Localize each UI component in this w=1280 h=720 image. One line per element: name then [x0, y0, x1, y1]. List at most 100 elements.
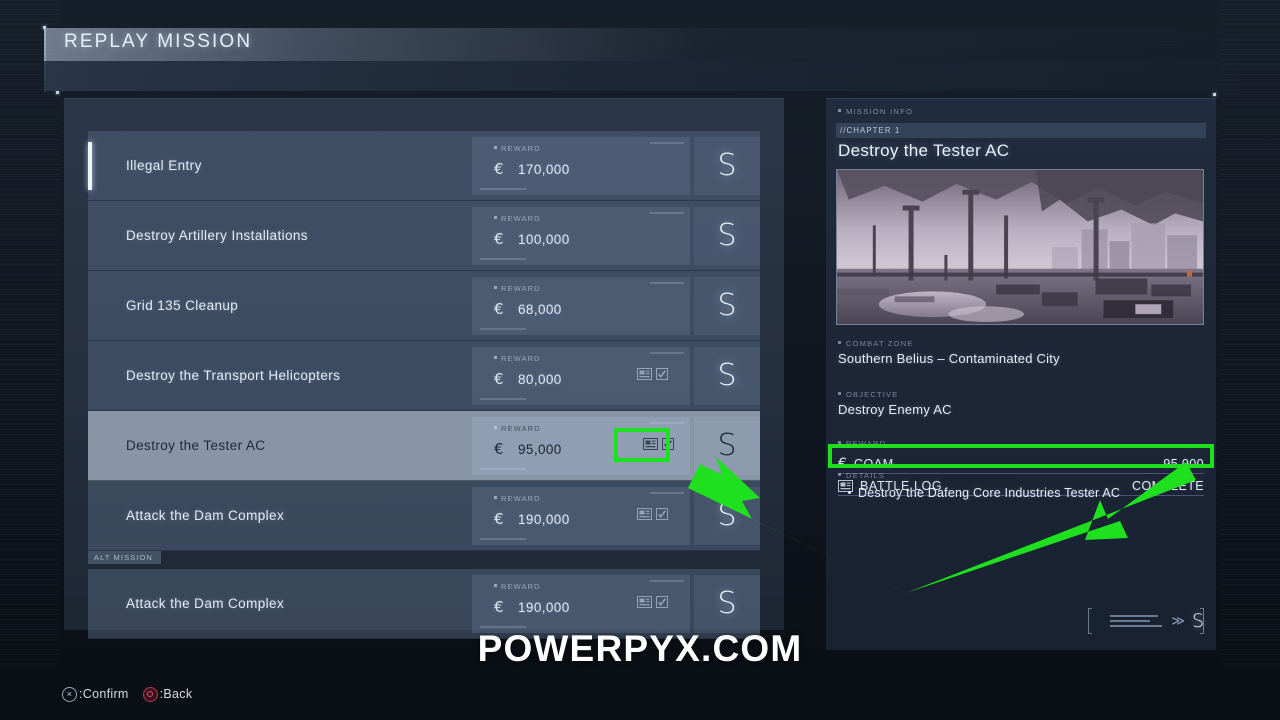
bullet-square-icon [494, 355, 497, 359]
battle-log-icon [643, 437, 658, 450]
reward-row-value: 95,000 [1163, 457, 1204, 471]
mission-row[interactable]: Destroy the Tester AC REWARD €95,000 S [88, 411, 760, 481]
bullet-square-icon [494, 425, 497, 429]
euro-icon: € [494, 299, 504, 318]
objective-label-text: OBJECTIVE [846, 390, 899, 399]
mission-badge-group[interactable] [643, 437, 674, 450]
edge-static-right [1220, 0, 1280, 720]
bullet-dot-icon [848, 490, 851, 494]
footer-hint[interactable]: :Back [142, 686, 193, 702]
checkbox-checked-icon [656, 367, 668, 380]
mission-rank-letter: S [717, 586, 737, 621]
mission-info-header-label: MISSION INFO [846, 107, 914, 116]
checkbox-checked-icon [656, 595, 668, 608]
corner-dot-top-right [1213, 93, 1216, 96]
bullet-square-icon [494, 145, 497, 149]
mission-badge-group[interactable] [637, 367, 668, 380]
mission-rank-box: S [694, 136, 760, 195]
mission-rank-box: S [694, 276, 760, 335]
mission-list: Illegal Entry REWARD €170,000 S Destroy Arti… [88, 131, 760, 639]
reward-row-underline [838, 473, 1204, 474]
mission-row-name: Destroy Artillery Installations [126, 228, 308, 243]
footer-hint-label: :Back [159, 687, 193, 701]
battle-log-icon [637, 507, 652, 520]
mission-rank-box: S [694, 574, 760, 633]
mission-row[interactable]: Grid 135 Cleanup REWARD €68,000 S [88, 271, 760, 341]
reward-section-label: REWARD [838, 439, 886, 451]
euro-icon: € [494, 509, 504, 528]
reward-row: € COAM 95,000 [838, 454, 1204, 474]
mission-reward-label: REWARD [494, 494, 541, 503]
mission-reward-label: REWARD [494, 144, 541, 153]
mission-reward-amount: 190,000 [518, 511, 570, 527]
mission-row-name: Destroy the Tester AC [126, 438, 266, 453]
page-title: REPLAY MISSION [64, 31, 253, 52]
mission-reward-amount: 100,000 [518, 231, 570, 247]
bullet-square-icon [838, 473, 841, 476]
mission-row[interactable]: Destroy Artillery Installations REWARD €10… [88, 201, 760, 271]
objective-field: OBJECTIVE Destroy Enemy AC [838, 390, 952, 417]
watermark: POWERPYX.COM [477, 628, 803, 669]
edge-static-left [0, 0, 60, 720]
checkbox-checked-icon [656, 507, 668, 520]
mission-reward-box: REWARD €100,000 [472, 206, 690, 265]
mission-reward-label: REWARD [494, 354, 541, 363]
mission-rank-box: S [694, 486, 760, 545]
header-underpanel [44, 61, 1240, 91]
bullet-square-icon [494, 285, 497, 289]
euro-icon: € [494, 159, 504, 178]
footer-hint[interactable]: ×:Confirm [62, 686, 129, 702]
detail-item: Destroy the Dafeng Core Industries Teste… [846, 486, 1120, 500]
cross-button-icon: × [62, 686, 77, 702]
mission-badge-group[interactable] [637, 595, 668, 608]
mission-title: Destroy the Tester AC [838, 141, 1010, 160]
mission-badge-group[interactable] [637, 507, 668, 520]
mission-row[interactable]: Attack the Dam Complex REWARD €190,000 S [88, 481, 760, 551]
mission-reward-box: REWARD €190,000 [472, 574, 690, 633]
bullet-square-icon [494, 495, 497, 499]
bullet-square-icon [494, 583, 497, 587]
bullet-square-icon [494, 215, 497, 219]
mission-reward-box: REWARD €190,000 [472, 486, 690, 545]
mission-reward-amount: 80,000 [518, 371, 562, 387]
mission-row-name: Illegal Entry [126, 158, 202, 173]
reward-label: REWARD [838, 439, 886, 448]
bullet-square-icon [838, 392, 841, 395]
objective-label: OBJECTIVE [838, 390, 952, 399]
circle-button-icon [142, 686, 158, 702]
mission-rank-letter: S [717, 358, 737, 393]
mission-rank-letter: S [717, 148, 737, 183]
mission-reward-label: REWARD [494, 582, 541, 591]
bullet-square-icon [838, 341, 841, 344]
combat-zone-field: COMBAT ZONE Southern Belius – Contaminat… [838, 339, 1060, 366]
game-screen: REPLAY MISSION Illegal Entry REWARD €170,0… [0, 0, 1280, 720]
mission-row[interactable]: Illegal Entry REWARD €170,000 S [88, 131, 760, 201]
checkbox-checked-icon [662, 437, 674, 450]
objective-value: Destroy Enemy AC [838, 402, 952, 417]
mission-reward-amount: 170,000 [518, 161, 570, 177]
mission-reward-amount: 68,000 [518, 301, 562, 317]
mission-row[interactable]: Destroy the Transport Helicopters REWARD €… [88, 341, 760, 411]
battle-log-icon [637, 367, 652, 380]
mission-rank-letter: S [717, 428, 737, 463]
euro-icon: € [494, 229, 504, 248]
mission-reward-box: REWARD €80,000 [472, 346, 690, 405]
reward-label-text: REWARD [846, 439, 887, 448]
mission-rank-box: S [694, 416, 760, 475]
mission-row-name: Destroy the Transport Helicopters [126, 368, 341, 383]
mission-reward-box: REWARD €68,000 [472, 276, 690, 335]
mission-row-name: Attack the Dam Complex [126, 596, 285, 611]
details-label-text: DETAILS [846, 471, 886, 480]
mission-row-name: Attack the Dam Complex [126, 508, 285, 523]
mission-list-panel: Illegal Entry REWARD €170,000 S Destroy Arti… [64, 98, 784, 639]
mission-reward-amount: 95,000 [518, 441, 562, 457]
bullet-square-icon [838, 109, 841, 112]
bullet-square-icon [838, 441, 841, 444]
combat-zone-label-text: COMBAT ZONE [846, 339, 914, 348]
combat-zone-label: COMBAT ZONE [838, 339, 1060, 348]
mission-reward-box: REWARD €170,000 [472, 136, 690, 195]
alt-mission-tag: ALT MISSION [88, 551, 161, 564]
preview-artwork [837, 170, 1203, 324]
euro-icon: € [494, 369, 504, 388]
mission-preview-image [836, 169, 1204, 325]
